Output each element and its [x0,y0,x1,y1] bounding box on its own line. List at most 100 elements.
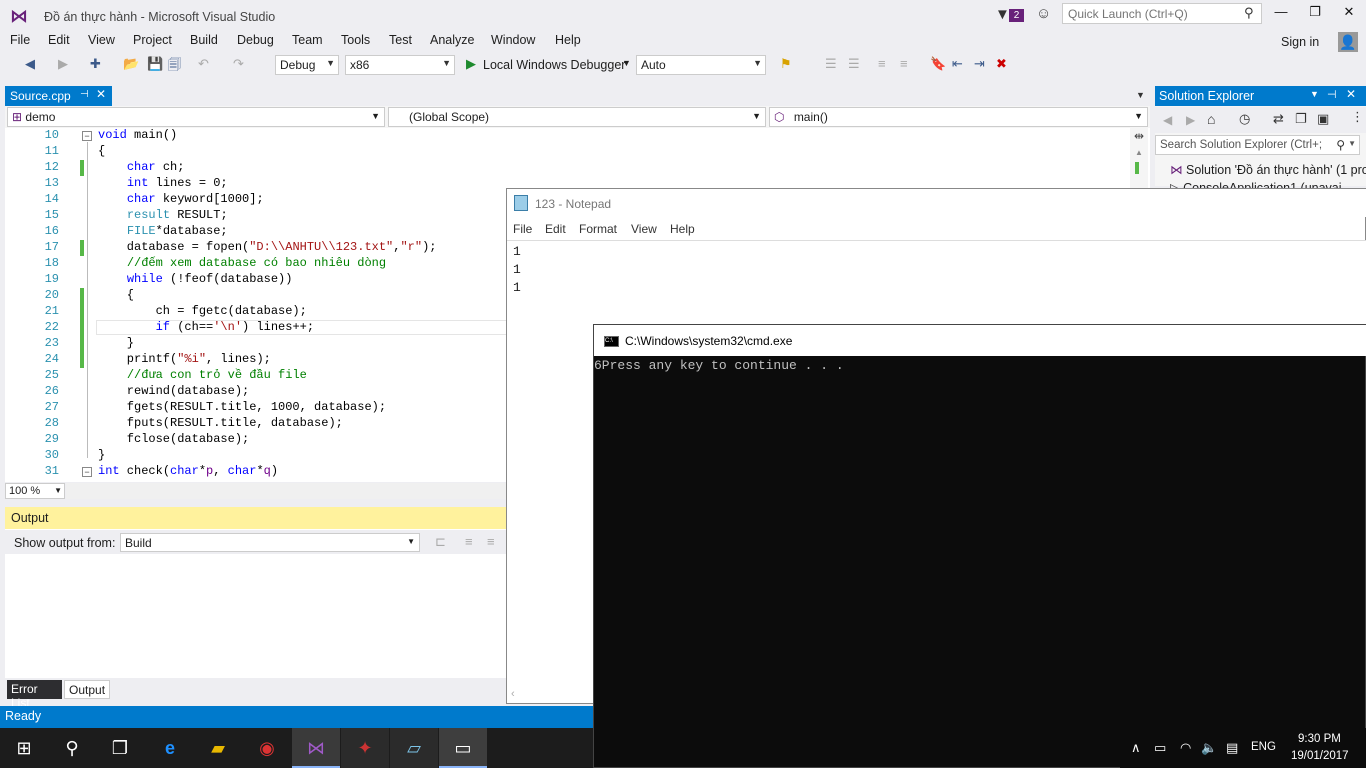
prev-message-icon[interactable]: ≡ [465,534,473,549]
filter-icon[interactable]: ▼ [995,6,1010,23]
collapse-all-icon[interactable]: ❐ [1295,111,1307,127]
run-mode-select[interactable]: Auto ▼ [636,55,766,75]
save-all-icon[interactable]: 🗐 [168,56,181,78]
close-button[interactable]: ✕ [1335,4,1363,24]
split-icon[interactable]: ⇹ [1134,129,1144,143]
notepad-menu-view[interactable]: View [631,222,657,236]
save-icon[interactable]: 💾 [147,56,163,72]
uncomment-icon[interactable]: ☰ [848,56,860,72]
edge-icon[interactable]: e [146,728,194,768]
member-select[interactable]: ⬡ main() ▼ [769,107,1148,127]
clock-date[interactable]: 19/01/2017 [1291,750,1349,762]
comment-icon[interactable]: ☰ [825,56,837,72]
forward-icon[interactable]: ▶ [58,56,68,72]
redo-icon[interactable]: ↷ [233,56,244,72]
show-all-files-icon[interactable]: ▣ [1317,111,1329,127]
menu-view[interactable]: View [88,33,115,47]
outdent-icon[interactable]: ≡ [900,56,908,71]
pin-icon[interactable]: ⊣ [1327,88,1337,101]
back-icon[interactable]: ◀ [1163,113,1172,127]
search-icon[interactable]: ⚲ [48,728,96,768]
menu-window[interactable]: Window [491,33,535,47]
task-view-icon[interactable]: ❐ [96,728,144,768]
back-icon[interactable]: ◀ [25,56,35,72]
output-source-select[interactable]: Build ▼ [120,533,420,552]
menu-tools[interactable]: Tools [341,33,370,47]
chevron-up-icon[interactable]: ∧ [1131,740,1141,756]
search-icon[interactable]: ⚲ [1244,5,1254,21]
goto-message-icon[interactable]: ⊏ [435,534,446,550]
notepad-menu-help[interactable]: Help [670,222,695,236]
editor-horizontal-scrollbar[interactable] [66,483,506,499]
tree-item-solution[interactable]: ⋈ Solution 'Đồ án thực hành' (1 pro [1170,162,1366,177]
tabs-dropdown-icon[interactable]: ▼ [1136,90,1145,100]
language-indicator[interactable]: ENG [1251,741,1276,753]
forward-icon[interactable]: ▶ [1186,113,1195,127]
visual-studio-taskbar-icon[interactable]: ⋈ [292,728,340,768]
history-icon[interactable]: ◷ [1239,111,1250,127]
battery-icon[interactable]: ▭ [1154,740,1166,756]
menu-help[interactable]: Help [555,33,581,47]
next-message-icon[interactable]: ≡ [487,534,495,549]
pin-icon[interactable]: ⊣ [80,89,89,100]
action-center-icon[interactable]: ▤ [1226,740,1238,756]
maximize-button[interactable]: ❐ [1301,4,1329,24]
menu-analyze[interactable]: Analyze [430,33,474,47]
quick-launch-input[interactable] [1062,3,1262,24]
game-app-icon[interactable]: ✦ [341,728,389,768]
notepad-menu-edit[interactable]: Edit [545,222,566,236]
home-icon[interactable]: ⌂ [1207,111,1215,127]
menu-file[interactable]: File [10,33,30,47]
configuration-select[interactable]: Debug ▼ [275,55,339,75]
user-icon[interactable]: 👤 [1338,32,1358,52]
scroll-left-icon[interactable]: ‹ [507,688,607,703]
menu-team[interactable]: Team [292,33,323,47]
solution-search-input[interactable]: Search Solution Explorer (Ctrl+; ⚲ ▼ [1155,135,1360,155]
cmd-window[interactable] [593,324,1366,768]
zoom-select[interactable]: 100 % ▼ [5,483,65,499]
platform-select[interactable]: x86 ▼ [345,55,455,75]
clock-time[interactable]: 9:30 PM [1298,733,1341,745]
notepad-menu-format[interactable]: Format [579,222,617,236]
open-file-icon[interactable]: 📂 [123,56,139,72]
chrome-icon[interactable]: ◉ [243,728,291,768]
scroll-up-icon[interactable]: ▲ [1135,148,1143,157]
close-tab-icon[interactable]: ✕ [96,87,106,101]
new-project-icon[interactable]: ✚ [90,56,101,72]
cmd-taskbar-icon[interactable]: ▭ [439,728,487,768]
collapse-icon[interactable]: − [82,131,92,141]
bookmark-icon[interactable]: 🔖 [930,56,946,72]
project-select[interactable]: ⊞ demo ▼ [7,107,385,127]
notepad-taskbar-icon[interactable]: ▱ [390,728,438,768]
sign-in-link[interactable]: Sign in [1281,35,1319,49]
chevron-down-icon[interactable]: ▼ [1310,89,1319,99]
feedback-icon[interactable]: ☺ [1036,5,1051,22]
volume-icon[interactable]: 🔈 [1201,740,1217,756]
close-icon[interactable]: ✕ [1346,87,1356,101]
menu-test[interactable]: Test [389,33,412,47]
menu-edit[interactable]: Edit [48,33,70,47]
menu-debug[interactable]: Debug [237,33,274,47]
file-explorer-icon[interactable]: ▰ [194,728,242,768]
next-bookmark-icon[interactable]: ⇥ [974,56,985,72]
scope-select[interactable]: (Global Scope) ▼ [388,107,766,127]
notepad-menu-file[interactable]: File [513,222,532,236]
indent-icon[interactable]: ≡ [878,56,886,71]
chevron-down-icon[interactable]: ▼ [622,58,631,68]
collapse-icon[interactable]: − [82,467,92,477]
undo-icon[interactable]: ↶ [198,56,209,72]
more-icon[interactable]: ⋮ [1351,109,1364,125]
tab-output[interactable]: Output [64,680,110,699]
tab-error-list[interactable]: Error List [7,680,62,710]
menu-project[interactable]: Project [133,33,172,47]
run-debugger-button[interactable]: Local Windows Debugger [483,58,625,72]
sync-icon[interactable]: ⇄ [1273,111,1284,127]
wifi-icon[interactable]: ◠ [1180,740,1191,756]
menu-build[interactable]: Build [190,33,218,47]
prev-bookmark-icon[interactable]: ⇤ [952,56,963,72]
windows-start-icon[interactable]: ⊞ [0,728,48,768]
play-icon[interactable]: ▶ [466,56,476,72]
notification-badge[interactable]: 2 [1009,9,1024,22]
minimize-button[interactable]: — [1267,4,1295,24]
find-icon[interactable]: ⚑ [780,56,792,72]
